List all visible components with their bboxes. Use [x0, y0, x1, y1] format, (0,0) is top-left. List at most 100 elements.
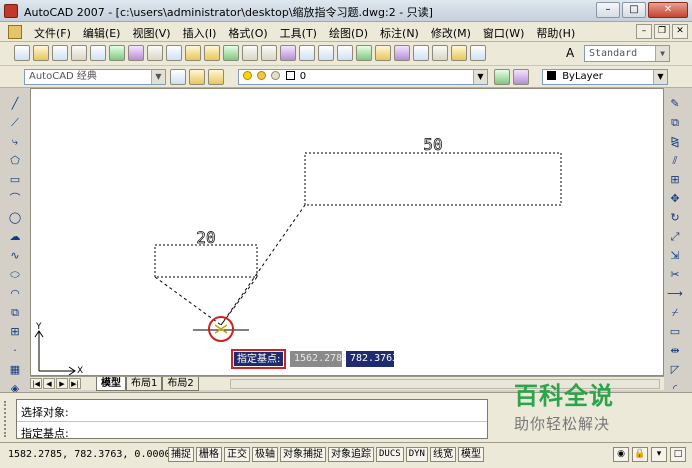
menu-modify[interactable]: 修改(M) [425, 24, 477, 42]
rectangle-icon[interactable]: ▭ [6, 172, 24, 188]
polyline-icon[interactable]: ⤷ [6, 134, 24, 150]
tab-layout1[interactable]: 布局1 [126, 377, 163, 391]
command-input-line[interactable]: 指定基点: [21, 425, 69, 441]
doc-minimize-button[interactable]: – [636, 24, 652, 39]
chevron-down-icon[interactable]: ▼ [473, 70, 487, 84]
3d-dwf-icon[interactable] [128, 45, 144, 61]
save-icon[interactable] [52, 45, 68, 61]
insert-block-icon[interactable]: ⧉ [6, 305, 24, 321]
polygon-icon[interactable]: ⬠ [6, 153, 24, 169]
stretch-icon[interactable]: ⇲ [666, 248, 684, 264]
zoom-realtime-icon[interactable] [299, 45, 315, 61]
array-icon[interactable]: ⊞ [666, 172, 684, 188]
match-properties-icon[interactable] [204, 45, 220, 61]
menu-window[interactable]: 窗口(W) [477, 24, 530, 42]
ducs-toggle[interactable]: DUCS [376, 447, 404, 462]
zoom-window-icon[interactable] [318, 45, 334, 61]
menu-format[interactable]: 格式(O) [222, 24, 273, 42]
cursor-coordinates[interactable]: 1582.2785, 782.3763, 0.0000 [8, 449, 171, 460]
copy-object-icon[interactable]: ⧉ [666, 115, 684, 131]
dynamic-input-x[interactable]: 1562.2785 [290, 351, 348, 367]
maximize-button[interactable]: □ [622, 2, 646, 18]
cut-icon[interactable] [147, 45, 163, 61]
erase-icon[interactable]: ✎ [666, 96, 684, 112]
layer-properties-icon[interactable] [189, 69, 205, 85]
layer-states-icon[interactable] [208, 69, 224, 85]
redo-icon[interactable] [261, 45, 277, 61]
mirror-icon[interactable]: ⧎ [666, 134, 684, 150]
menu-tools[interactable]: 工具(T) [274, 24, 323, 42]
color-select[interactable]: ByLayer ▼ [542, 69, 668, 85]
layer-previous-icon[interactable] [513, 69, 529, 85]
close-button[interactable]: ✕ [648, 2, 688, 18]
clean-screen-icon[interactable]: □ [670, 447, 686, 462]
tab-model[interactable]: 模型 [96, 377, 126, 391]
menu-view[interactable]: 视图(V) [126, 24, 176, 42]
menu-help[interactable]: 帮助(H) [530, 24, 581, 42]
chamfer-icon[interactable]: ◸ [666, 362, 684, 378]
doc-restore-button[interactable]: ❐ [654, 24, 670, 39]
communication-center-icon[interactable]: ◉ [613, 447, 629, 462]
prev-tab-icon[interactable]: ◀ [43, 378, 55, 389]
hatch-icon[interactable]: ▦ [6, 362, 24, 378]
circle-icon[interactable]: ◯ [6, 210, 24, 226]
offset-icon[interactable]: ⫽ [666, 153, 684, 169]
model-space-toggle[interactable]: 模型 [457, 447, 484, 462]
zoom-previous-icon[interactable] [337, 45, 353, 61]
point-icon[interactable]: · [6, 343, 24, 359]
open-file-icon[interactable] [33, 45, 49, 61]
markup-icon[interactable] [432, 45, 448, 61]
grid-toggle[interactable]: 栅格 [196, 447, 222, 462]
paste-icon[interactable] [185, 45, 201, 61]
menu-insert[interactable]: 插入(I) [177, 24, 223, 42]
construction-line-icon[interactable]: ⟋ [6, 115, 24, 131]
text-style-select[interactable]: Standard ▼ [584, 45, 670, 62]
menu-file[interactable]: 文件(F) [28, 24, 77, 42]
ellipse-icon[interactable]: ⬭ [6, 267, 24, 283]
last-tab-icon[interactable]: ▶| [69, 378, 81, 389]
menu-edit[interactable]: 编辑(E) [77, 24, 127, 42]
properties-icon[interactable] [356, 45, 372, 61]
osnap-toggle[interactable]: 对象捕捉 [280, 447, 326, 462]
lock-icon[interactable]: 🔒 [632, 447, 648, 462]
trim-icon[interactable]: ✂ [666, 267, 684, 283]
next-tab-icon[interactable]: ▶ [56, 378, 68, 389]
spline-icon[interactable]: ∿ [6, 248, 24, 264]
layer-select[interactable]: 0 ▼ [238, 69, 488, 85]
publish-icon[interactable] [109, 45, 125, 61]
sheet-set-icon[interactable] [413, 45, 429, 61]
dyn-toggle[interactable]: DYN [405, 447, 428, 462]
design-center-icon[interactable] [375, 45, 391, 61]
workspace-select[interactable]: AutoCAD 经典 ▼ [24, 69, 166, 85]
command-window-grip[interactable] [4, 401, 12, 437]
lineweight-toggle[interactable]: 线宽 [429, 447, 456, 462]
rotate-icon[interactable]: ↻ [666, 210, 684, 226]
make-block-icon[interactable]: ⊞ [6, 324, 24, 340]
revision-cloud-icon[interactable]: ☁ [6, 229, 24, 245]
chevron-down-icon[interactable]: ▼ [655, 46, 669, 61]
otrack-toggle[interactable]: 对象追踪 [328, 447, 374, 462]
menu-dimension[interactable]: 标注(N) [374, 24, 425, 42]
block-editor-icon[interactable] [223, 45, 239, 61]
join-icon[interactable]: ⇹ [666, 343, 684, 359]
move-icon[interactable]: ✥ [666, 191, 684, 207]
doc-close-button[interactable]: ✕ [672, 24, 688, 39]
tool-palettes-icon[interactable] [394, 45, 410, 61]
help-icon[interactable] [470, 45, 486, 61]
arc-icon[interactable]: ⌒ [6, 191, 24, 207]
drawing-canvas[interactable]: 50 20 Y X [30, 88, 664, 376]
chevron-down-icon[interactable]: ▾ [651, 447, 667, 462]
dynamic-input-y[interactable]: 782.3763 [346, 351, 398, 367]
menu-draw[interactable]: 绘图(D) [323, 24, 374, 42]
break-icon[interactable]: ▭ [666, 324, 684, 340]
copy-icon[interactable] [166, 45, 182, 61]
make-current-icon[interactable] [494, 69, 510, 85]
new-file-icon[interactable] [14, 45, 30, 61]
extend-icon[interactable]: ⟶ [666, 286, 684, 302]
scale-icon[interactable]: ⤢ [666, 229, 684, 245]
first-tab-icon[interactable]: |◀ [30, 378, 42, 389]
chevron-down-icon[interactable]: ▼ [151, 70, 165, 84]
print-icon[interactable] [71, 45, 87, 61]
undo-icon[interactable] [242, 45, 258, 61]
line-icon[interactable]: ╱ [6, 96, 24, 112]
